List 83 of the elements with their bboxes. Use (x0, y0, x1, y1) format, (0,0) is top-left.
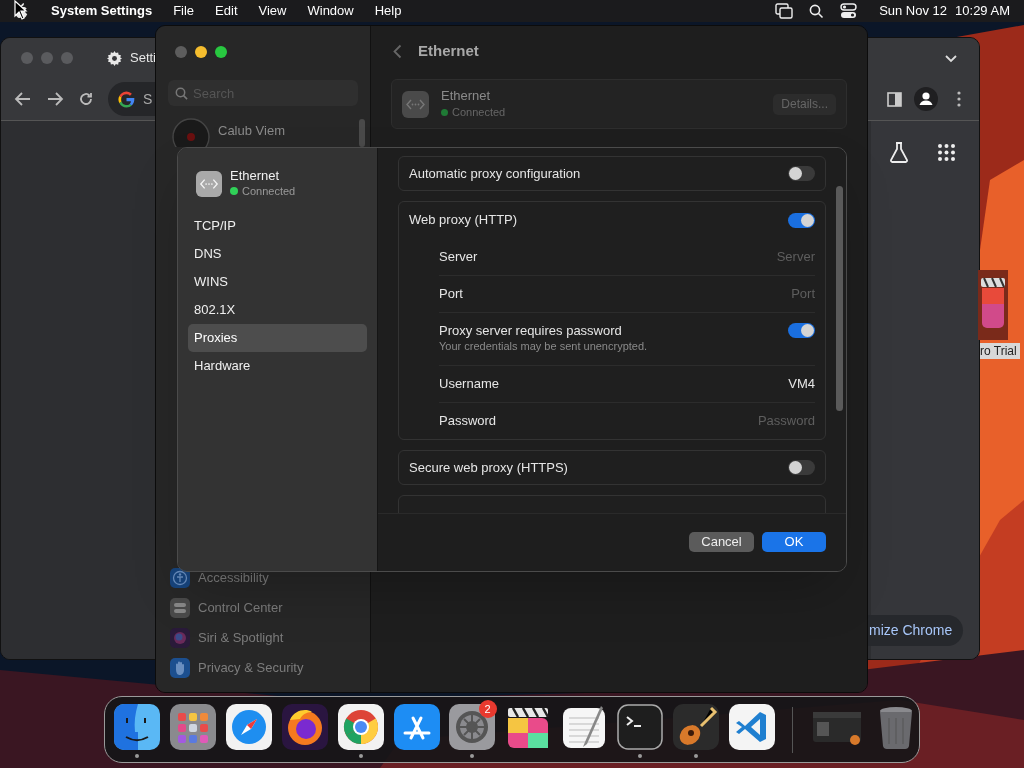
menu-bar-clock[interactable]: 10:29 AM (955, 1, 1010, 21)
account-name[interactable]: Calub Viem (218, 121, 285, 141)
tab-title[interactable]: Setti (130, 48, 156, 68)
flask-icon[interactable] (889, 141, 909, 163)
compass-icon[interactable] (225, 703, 272, 750)
field-label: Username (439, 375, 499, 394)
back-arrow-icon[interactable] (14, 91, 32, 107)
sidebar-tab[interactable]: DNS (188, 239, 367, 268)
desktop-icon-label: ro Trial (980, 343, 1020, 359)
menu-item[interactable]: Edit (215, 1, 238, 21)
orb-icon (170, 628, 190, 648)
field-label: Server (439, 247, 478, 266)
back-chevron-icon[interactable] (393, 43, 402, 59)
chevron-down-icon[interactable] (944, 54, 958, 63)
address-text: S (143, 89, 153, 109)
input-field[interactable]: Port (615, 284, 815, 304)
apps-grid-icon[interactable] (938, 144, 955, 161)
smiling-face-icon[interactable] (113, 703, 160, 750)
toggles-icon (170, 598, 190, 618)
menu-item[interactable]: File (173, 1, 195, 21)
toggle-switch[interactable] (788, 323, 815, 338)
sidebar-item[interactable]: Privacy & Security (198, 658, 304, 678)
interface-name: Ethernet (230, 168, 281, 183)
option-label: Proxy server requires password (439, 323, 623, 339)
gear-icon[interactable] (449, 703, 496, 750)
terminal-icon[interactable] (617, 703, 664, 750)
forward-arrow-icon[interactable] (46, 91, 64, 107)
toggle-switch[interactable] (788, 460, 815, 475)
accessibility-icon (170, 568, 190, 588)
scrollbar[interactable] (836, 186, 843, 411)
code-editor-icon[interactable] (729, 703, 776, 750)
profile-icon[interactable] (914, 87, 938, 111)
app-grid-icon[interactable] (169, 703, 216, 750)
screen-mirroring-icon[interactable] (775, 3, 794, 19)
menu-item[interactable]: View (258, 1, 287, 21)
reload-icon[interactable] (78, 91, 94, 107)
notification-badge: 2 (478, 699, 497, 718)
input-field[interactable]: VM4 (615, 374, 815, 394)
sidebar-icon[interactable] (887, 92, 902, 107)
sidebar-tab[interactable]: TCP/IP (188, 211, 367, 240)
customize-button[interactable]: mize Chrome (867, 615, 963, 646)
address-bar[interactable]: S (108, 82, 155, 116)
pointer-icon (14, 0, 28, 20)
toggle-switch[interactable] (788, 212, 815, 228)
sidebar-item[interactable]: Siri & Spotlight (198, 628, 284, 648)
notepad-icon[interactable] (561, 703, 608, 750)
window-title: Ethernet (418, 40, 479, 61)
browser-logo-icon[interactable] (337, 703, 384, 750)
status-text: Connected (452, 105, 506, 121)
sidebar-tab[interactable]: Proxies (188, 323, 367, 352)
input-field[interactable]: Password (615, 411, 815, 431)
group-label: Web proxy (HTTP) (409, 211, 518, 230)
menu-item[interactable]: Help (374, 1, 402, 21)
status-text: Connected (242, 184, 296, 199)
group-label: Automatic proxy configuration (409, 164, 581, 183)
app-store-icon[interactable] (393, 703, 440, 750)
network-icon (402, 90, 429, 118)
sidebar-tab[interactable]: Hardware (188, 351, 367, 380)
google-logo-icon (118, 90, 135, 108)
more-options-icon[interactable] (957, 91, 961, 107)
field-label: Port (439, 285, 463, 304)
cancel-button[interactable]: Cancel (689, 531, 754, 552)
ok-button[interactable]: OK (762, 531, 826, 552)
interface-name: Ethernet (441, 87, 492, 105)
menu-bar-date[interactable]: Sun Nov 12 (879, 1, 948, 21)
search-icon (175, 87, 188, 100)
app-menu[interactable]: System Settings (51, 1, 153, 21)
clapperboard-icon[interactable] (978, 270, 1008, 340)
group-label: Secure web proxy (HTTPS) (409, 458, 568, 477)
sidebar-tab[interactable]: WINS (188, 267, 367, 296)
menu-item[interactable]: Window (307, 1, 354, 21)
field-label: Password (439, 412, 497, 431)
sidebar-tab[interactable]: 802.1X (188, 295, 367, 324)
toggle-switch[interactable] (788, 166, 815, 181)
option-note: Your credentials may be sent unencrypted. (439, 339, 648, 354)
search-icon[interactable] (809, 3, 825, 19)
guitar-icon[interactable] (673, 703, 720, 750)
fox-globe-icon[interactable] (281, 703, 328, 750)
hand-icon (170, 658, 190, 678)
control-center-icon[interactable] (840, 3, 858, 19)
input-field[interactable]: Server (615, 246, 815, 267)
network-icon (196, 170, 222, 197)
gear-icon (107, 50, 122, 66)
